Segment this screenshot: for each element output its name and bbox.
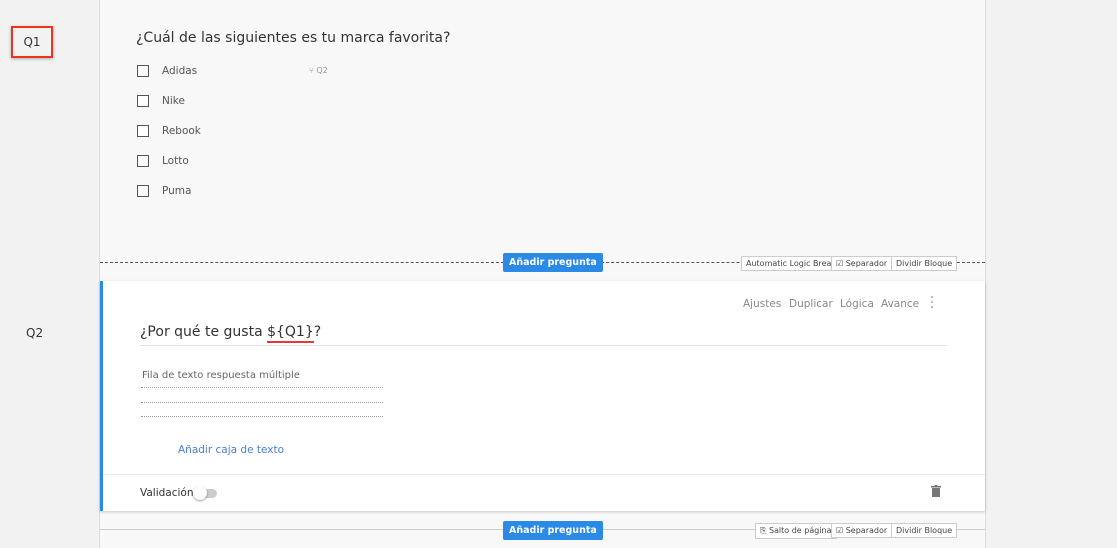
- add-question-button[interactable]: Añadir pregunta: [503, 253, 603, 272]
- logic-branch-indicator: ⑂ Q2: [309, 66, 328, 75]
- footer-divider: [103, 474, 985, 475]
- page-break-button[interactable]: ⎘ Salto de página: [755, 523, 837, 539]
- checkbox[interactable]: [137, 125, 149, 137]
- logic-action[interactable]: Lógica: [840, 298, 874, 310]
- add-question-button[interactable]: Añadir pregunta: [503, 521, 603, 540]
- duplicate-action[interactable]: Duplicar: [789, 298, 833, 310]
- split-block-button[interactable]: Dividir Bloque: [891, 256, 958, 271]
- validation-label: Validación: [140, 487, 194, 499]
- page-break-label: Salto de página: [768, 526, 832, 535]
- title-divider: [140, 345, 947, 346]
- separator-button[interactable]: ☑ Separador: [831, 256, 893, 271]
- checkbox-icon: ☑: [836, 259, 844, 268]
- option-label: Puma: [162, 185, 192, 197]
- question-number-q1[interactable]: Q1: [11, 26, 53, 58]
- validation-toggle[interactable]: [193, 486, 217, 500]
- option-lotto[interactable]: Lotto: [137, 155, 189, 167]
- question-number-q2[interactable]: Q2: [26, 326, 43, 340]
- branch-icon: ⑂: [309, 66, 314, 75]
- checkbox[interactable]: [137, 65, 149, 77]
- advanced-action[interactable]: Avance: [881, 298, 919, 310]
- option-label: Lotto: [162, 155, 189, 167]
- separator-label: Separador: [845, 526, 888, 535]
- add-text-box-link[interactable]: Añadir caja de texto: [178, 444, 284, 456]
- automatic-logic-break-button[interactable]: Automatic Logic Break: [741, 256, 842, 271]
- q1-title: ¿Cuál de las siguientes es tu marca favo…: [136, 30, 451, 46]
- separator-label: Separador: [845, 259, 888, 268]
- split-block-button[interactable]: Dividir Bloque: [891, 523, 958, 538]
- toggle-knob: [193, 486, 207, 500]
- option-adidas[interactable]: Adidas: [137, 65, 197, 77]
- checkbox-icon: ☑: [836, 526, 844, 535]
- trash-icon[interactable]: [931, 485, 941, 497]
- question-card-q2: [100, 281, 985, 511]
- page-break-icon: ⎘: [760, 526, 767, 535]
- text-row-line[interactable]: [141, 387, 383, 388]
- option-puma[interactable]: Puma: [137, 185, 191, 197]
- piped-variable: ${Q1}: [267, 324, 314, 343]
- separator-button[interactable]: ☑ Separador: [831, 523, 893, 538]
- more-options-icon[interactable]: · · ·: [926, 291, 938, 315]
- option-nike[interactable]: Nike: [137, 95, 185, 107]
- settings-action[interactable]: Ajustes: [743, 298, 781, 310]
- text-row-line[interactable]: [141, 402, 383, 403]
- q1-label-text: Q1: [23, 35, 41, 49]
- option-label: Nike: [162, 95, 185, 107]
- title-text: ¿Por qué te gusta: [140, 324, 268, 340]
- option-rebook[interactable]: Rebook: [137, 125, 201, 137]
- checkbox[interactable]: [137, 185, 149, 197]
- option-label: Adidas: [162, 65, 198, 77]
- checkbox[interactable]: [137, 95, 149, 107]
- text-row-line[interactable]: [141, 416, 383, 417]
- checkbox[interactable]: [137, 155, 149, 167]
- text-row-placeholder[interactable]: Fila de texto respuesta múltiple: [142, 370, 300, 381]
- q2-title[interactable]: ¿Por qué te gusta ${Q1}?: [140, 324, 322, 343]
- title-suffix: ?: [313, 324, 322, 340]
- logic-target: Q2: [316, 66, 328, 75]
- option-label: Rebook: [162, 125, 201, 137]
